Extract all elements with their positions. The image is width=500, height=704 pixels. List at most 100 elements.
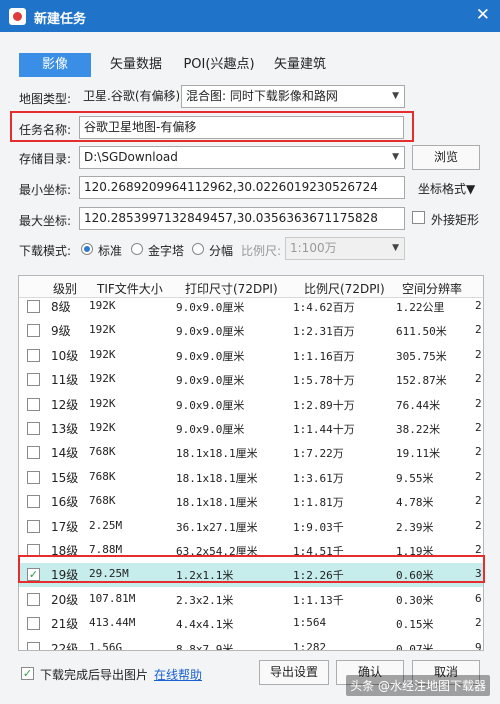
tab-vector-buildings[interactable]: 矢量建筑 — [269, 53, 331, 77]
table-row[interactable]: 11级 192K 9.0x9.0厘米 1:5.78十万 152.87米 2 — [19, 368, 483, 392]
row-checkbox[interactable] — [27, 592, 40, 606]
cell-resolution: 19.11米 — [396, 447, 441, 461]
mode-standard-label: 标准 — [98, 244, 123, 258]
row-checkbox[interactable] — [27, 348, 40, 362]
max-coord-input[interactable]: 120.2853997132849457,30.0356363671175828 — [79, 207, 405, 230]
cell-resolution: 611.50米 — [396, 325, 447, 339]
table-row[interactable]: 10级 192K 9.0x9.0厘米 1:1.16百万 305.75米 2 — [19, 344, 483, 368]
title-bar: 新建任务 ✕ — [0, 0, 500, 32]
table-row[interactable]: 15级 768K 18.1x18.1厘米 1:3.61万 9.55米 2 — [19, 466, 483, 490]
cell-size: 768K — [89, 445, 116, 459]
row-checkbox[interactable] — [27, 324, 40, 338]
close-icon[interactable]: ✕ — [476, 5, 490, 25]
selected-row-highlight — [18, 555, 485, 583]
row-checkbox[interactable] — [27, 446, 40, 460]
row-checkbox[interactable] — [27, 470, 40, 484]
table-row[interactable]: 8级 192K 9.0x9.0厘米 1:4.62百万 1.22公里 2 — [19, 295, 483, 319]
cell-print-size: 8.8x7.9米 — [176, 642, 234, 651]
max-coord-label: 最大坐标: — [19, 214, 72, 228]
cell-size: 192K — [89, 299, 116, 312]
table-row[interactable]: 21级 413.44M 4.4x4.1米 1:564 0.15米 2 — [19, 612, 483, 636]
watermark: 头条 @水经注地图下载器 — [346, 675, 490, 696]
cell-print-size: 9.0x9.0厘米 — [176, 374, 245, 388]
row-checkbox[interactable] — [27, 422, 40, 435]
export-settings-button[interactable]: 导出设置 — [259, 660, 329, 685]
cell-size: 192K — [89, 396, 116, 410]
chevron-down-icon: ▼ — [392, 91, 399, 101]
scale-select[interactable]: 1:100万 ▼ — [285, 237, 405, 260]
task-name-input[interactable]: 谷歌卫星地图-有偏移 — [79, 116, 404, 139]
cell-size: 192K — [89, 421, 116, 434]
tab-imagery[interactable]: 影像 — [19, 53, 91, 77]
browse-button[interactable]: 浏览 — [412, 145, 480, 170]
export-after-label: 下载完成后导出图片 — [40, 668, 149, 682]
cell-size: 192K — [89, 347, 116, 361]
cell-extra: 2 — [475, 323, 482, 337]
mode-tiled-radio[interactable] — [192, 243, 204, 255]
table-row[interactable]: 13级 192K 9.0x9.0厘米 1:1.44十万 38.22米 2 — [19, 417, 483, 441]
row-checkbox[interactable] — [27, 641, 40, 650]
cell-scale: 1:564 — [293, 616, 327, 630]
cell-extra: 2 — [475, 518, 482, 532]
cell-resolution: 305.75米 — [396, 349, 447, 363]
cell-size: 192K — [89, 323, 116, 337]
save-dir-label: 存储目录: — [19, 152, 72, 166]
cell-print-size: 9.0x9.0厘米 — [176, 325, 245, 339]
row-checkbox[interactable] — [27, 495, 40, 509]
cell-extra: 6 — [475, 591, 482, 605]
row-checkbox[interactable] — [27, 397, 40, 411]
min-coord-input[interactable]: 120.2689209964112962,30.0226019230526724 — [79, 176, 405, 199]
scale-label: 比例尺: — [241, 244, 282, 258]
tab-vector-data[interactable]: 矢量数据 — [104, 53, 168, 77]
cell-resolution: 9.55米 — [396, 471, 434, 485]
cell-print-size: 36.1x27.1厘米 — [176, 520, 258, 534]
cell-extra: 2 — [475, 469, 482, 483]
row-checkbox[interactable] — [27, 373, 40, 387]
cell-scale: 1:1.13千 — [293, 593, 344, 607]
window-title: 新建任务 — [34, 12, 87, 27]
online-help-link[interactable]: 在线帮助 — [154, 666, 202, 683]
cell-extra: 2 — [475, 421, 482, 434]
cell-scale: 1:1.81万 — [293, 496, 344, 510]
cell-size: 192K — [89, 372, 116, 386]
cell-level: 21级 — [51, 617, 79, 632]
cell-extra: 2 — [475, 494, 482, 508]
cell-extra: 2 — [475, 347, 482, 361]
export-after-checkbox[interactable]: ✓ — [21, 667, 34, 680]
save-dir-select[interactable]: D:\SGDownload ▼ — [79, 146, 405, 169]
cell-level: 10级 — [51, 348, 79, 363]
mode-pyramid-radio[interactable] — [131, 243, 143, 255]
table-row[interactable]: 22级 1.56G 8.8x7.9米 1:282 0.07米 9 — [19, 637, 483, 651]
mode-standard-radio[interactable] — [81, 243, 93, 255]
cell-size: 768K — [89, 469, 116, 483]
cell-scale: 1:1.16百万 — [293, 349, 355, 363]
coord-format-dropdown[interactable]: 坐标格式▼ — [418, 180, 475, 197]
row-checkbox[interactable] — [27, 300, 40, 313]
map-type-value: 卫星.谷歌(有偏移) — [83, 89, 179, 103]
cell-print-size: 9.0x9.0厘米 — [176, 301, 245, 314]
cell-size: 1.56G — [89, 640, 123, 651]
cell-print-size: 18.1x18.1厘米 — [176, 471, 258, 485]
table-row[interactable]: 16级 768K 18.1x18.1厘米 1:1.81万 4.78米 2 — [19, 490, 483, 514]
cell-extra: 2 — [475, 445, 482, 459]
cell-level: 15级 — [51, 470, 79, 485]
dialog-body: 影像 矢量数据 POI(兴趣点) 矢量建筑 地图类型: 卫星.谷歌(有偏移) 混… — [0, 32, 500, 704]
cell-print-size: 18.1x18.1厘米 — [176, 496, 258, 510]
table-row[interactable]: 14级 768K 18.1x18.1厘米 1:7.22万 19.11米 2 — [19, 441, 483, 465]
tab-poi[interactable]: POI(兴趣点) — [178, 53, 260, 77]
table-row[interactable]: 17级 2.25M 36.1x27.1厘米 1:9.03千 2.39米 2 — [19, 515, 483, 539]
cell-print-size: 9.0x9.0厘米 — [176, 398, 245, 412]
row-checkbox[interactable] — [27, 617, 40, 631]
table-row[interactable]: 9级 192K 9.0x9.0厘米 1:2.31百万 611.50米 2 — [19, 319, 483, 343]
mix-mode-value: 混合图: 同时下载影像和路网 — [186, 89, 338, 103]
table-row[interactable]: 20级 107.81M 2.3x2.1米 1:1.13千 0.30米 6 — [19, 588, 483, 612]
table-row[interactable]: 12级 192K 9.0x9.0厘米 1:2.89十万 76.44米 2 — [19, 393, 483, 417]
scale-value: 1:100万 — [290, 241, 337, 255]
cell-level: 16级 — [51, 495, 79, 510]
row-checkbox[interactable] — [27, 519, 40, 533]
outer-rect-checkbox[interactable] — [412, 211, 425, 224]
min-coord-label: 最小坐标: — [19, 183, 72, 197]
cell-scale: 1:2.31百万 — [293, 325, 355, 339]
mix-mode-select[interactable]: 混合图: 同时下载影像和路网 ▼ — [181, 85, 405, 108]
cell-resolution: 2.39米 — [396, 520, 434, 534]
